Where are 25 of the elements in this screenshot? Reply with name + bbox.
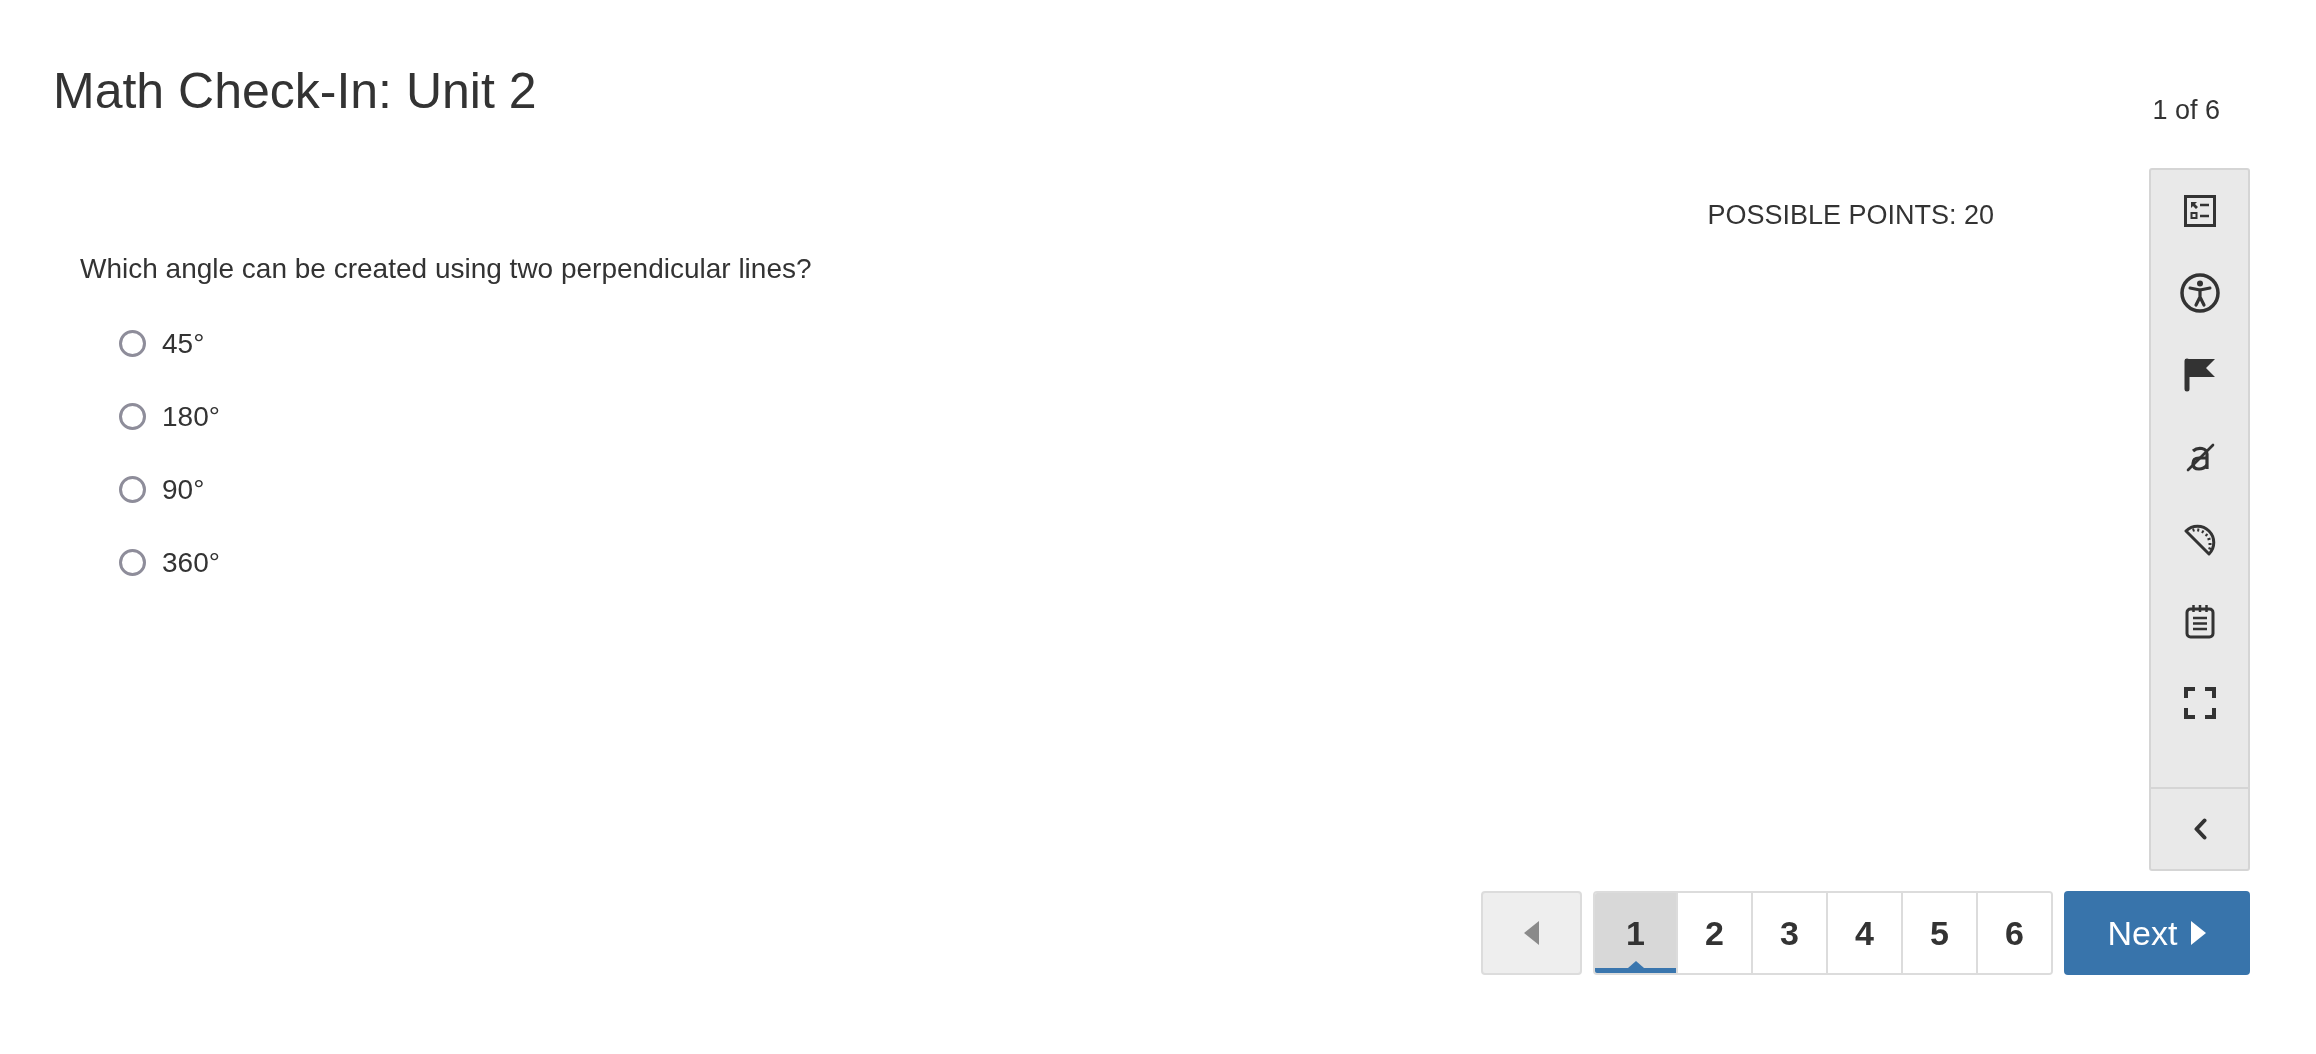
radio-button[interactable] — [119, 403, 146, 430]
radio-button[interactable] — [119, 476, 146, 503]
checklist-icon — [2183, 195, 2216, 227]
question-counter: 1 of 6 — [2152, 95, 2220, 125]
answer-option-label[interactable]: 45° — [162, 326, 205, 361]
caret-right-icon — [2191, 921, 2207, 945]
page-button[interactable]: 1 — [1595, 893, 1676, 973]
answer-option-label[interactable]: 90° — [162, 472, 205, 507]
protractor-icon — [2183, 522, 2216, 556]
chevron-left-icon — [2192, 818, 2207, 840]
next-button[interactable]: Next — [2064, 891, 2250, 975]
page-button[interactable]: 6 — [1976, 893, 2051, 973]
flag-icon — [2183, 358, 2216, 392]
answer-option-label[interactable]: 180° — [162, 399, 220, 434]
radio-button[interactable] — [119, 549, 146, 576]
answer-option-label[interactable]: 360° — [162, 545, 220, 580]
fullscreen-icon — [2183, 687, 2216, 719]
radio-button[interactable] — [119, 330, 146, 357]
possible-points: POSSIBLE POINTS: 20 — [1707, 199, 1994, 231]
caret-left-icon — [1524, 921, 1539, 945]
strikethrough-icon — [2184, 442, 2215, 472]
quiz-title: Math Check-In: Unit 2 — [53, 62, 537, 121]
question-text: Which angle can be created using two perpendicular lines? — [80, 252, 812, 286]
accessibility-icon — [2179, 273, 2220, 313]
notepad-icon — [2184, 603, 2215, 639]
